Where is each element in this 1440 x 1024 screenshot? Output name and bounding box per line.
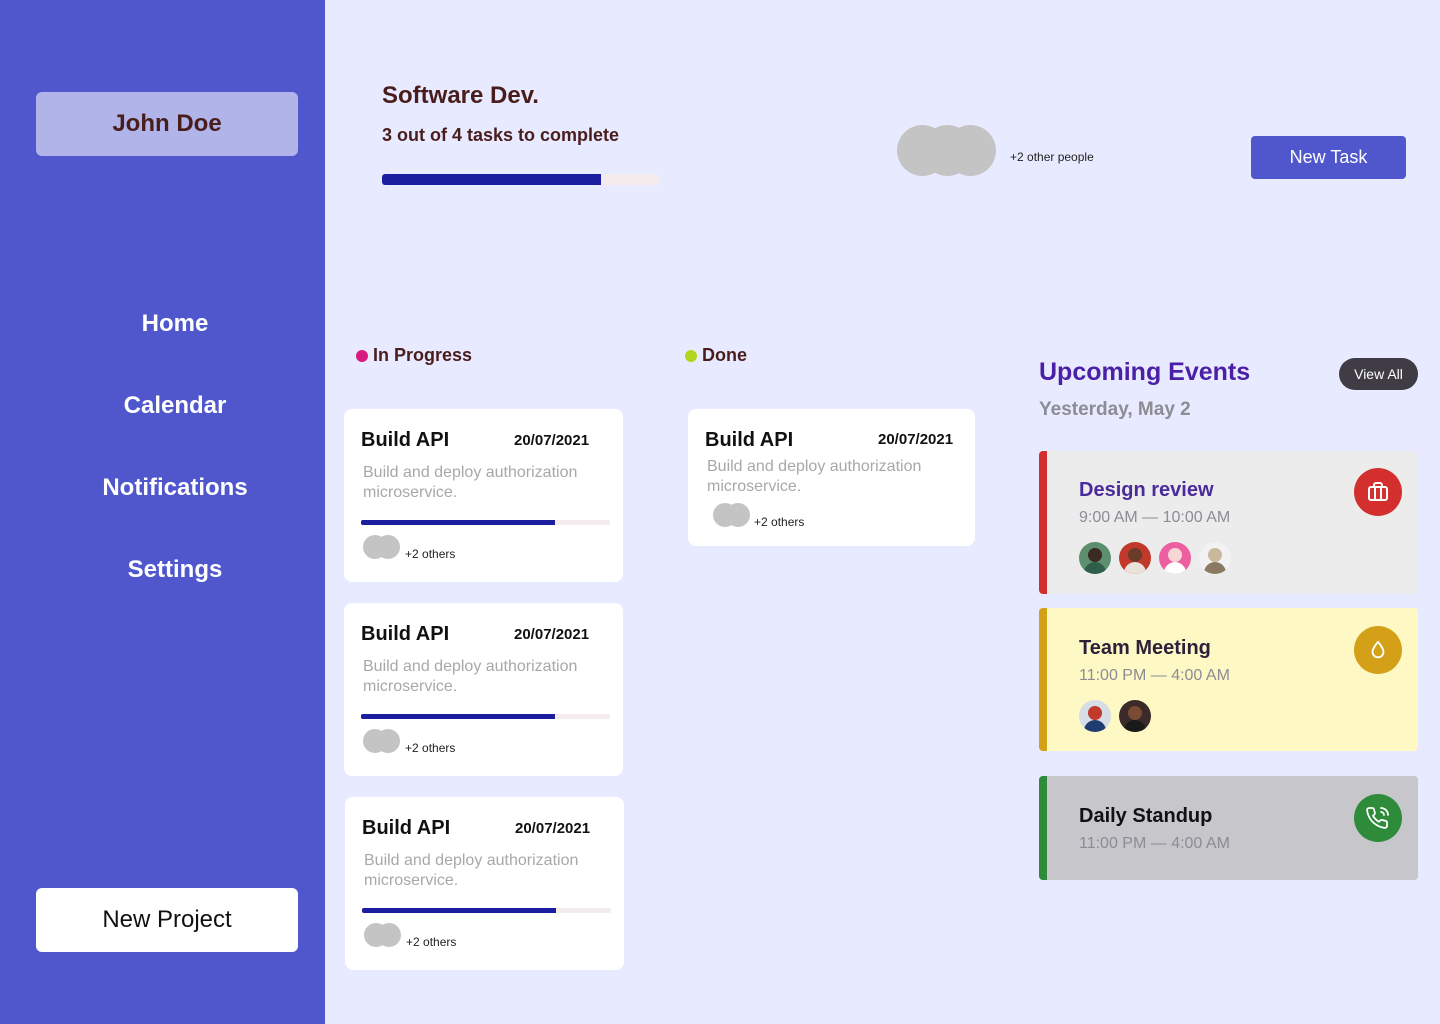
task-card[interactable]: Build API 20/07/2021 Build and deploy au… (345, 797, 624, 970)
event-stripe (1039, 776, 1047, 880)
project-member-avatars[interactable] (897, 125, 999, 176)
task-others-count: +2 others (754, 515, 805, 529)
task-progress-bar (362, 908, 611, 913)
task-card[interactable]: Build API 20/07/2021 Build and deploy au… (688, 409, 975, 546)
task-assignee-avatars (363, 729, 401, 753)
upcoming-events-title: Upcoming Events (1039, 358, 1251, 386)
nav-item-calendar[interactable]: Calendar (0, 392, 350, 420)
new-project-button[interactable]: New Project (36, 888, 298, 952)
task-others-count: +2 others (405, 741, 456, 755)
event-name: Team Meeting (1079, 637, 1211, 659)
task-progress-fill (362, 908, 557, 913)
event-attendees (1079, 700, 1159, 732)
task-title: Build API (705, 429, 794, 451)
column-label: In Progress (373, 345, 473, 365)
task-progress-fill (361, 714, 556, 719)
nav-item-notifications[interactable]: Notifications (0, 474, 350, 502)
column-header-in-progress: In Progress (356, 345, 472, 366)
task-others-count: +2 others (406, 935, 457, 949)
avatar (1119, 542, 1151, 574)
event-card-team-meeting[interactable]: Team Meeting 11:00 PM — 4:00 AM (1039, 608, 1418, 751)
task-progress-bar (361, 714, 610, 719)
task-assignee-avatars (363, 535, 401, 559)
user-profile-button[interactable]: John Doe (36, 92, 298, 156)
event-card-design-review[interactable]: Design review 9:00 AM — 10:00 AM (1039, 451, 1418, 594)
nav-item-settings[interactable]: Settings (0, 556, 350, 584)
task-date: 20/07/2021 (515, 820, 591, 837)
event-stripe (1039, 608, 1047, 751)
new-task-button[interactable]: New Task (1251, 136, 1406, 179)
avatar (1159, 542, 1191, 574)
avatar (1079, 700, 1111, 732)
task-description: Build and deploy authorization microserv… (363, 464, 578, 501)
task-others-count: +2 others (405, 547, 456, 561)
view-all-button[interactable]: View All (1339, 358, 1418, 390)
task-date: 20/07/2021 (514, 626, 590, 643)
event-stripe (1039, 451, 1047, 594)
avatar (945, 125, 996, 176)
project-task-summary: 3 out of 4 tasks to complete (382, 125, 620, 145)
avatar (377, 923, 401, 947)
column-label: Done (702, 345, 747, 365)
task-title: Build API (361, 623, 450, 645)
briefcase-icon[interactable] (1354, 468, 1402, 516)
sidebar: John Doe Home Calendar Notifications Set… (0, 0, 325, 1024)
event-time: 9:00 AM — 10:00 AM (1079, 509, 1231, 526)
task-title: Build API (362, 817, 451, 839)
event-time: 11:00 PM — 4:00 AM (1079, 835, 1230, 852)
avatar (376, 729, 400, 753)
task-date: 20/07/2021 (514, 432, 590, 449)
nav-item-home[interactable]: Home (0, 310, 350, 338)
avatar (1079, 542, 1111, 574)
task-progress-bar (361, 520, 610, 525)
task-progress-fill (361, 520, 556, 525)
task-description: Build and deploy authorization microserv… (363, 658, 578, 695)
task-card[interactable]: Build API 20/07/2021 Build and deploy au… (344, 603, 623, 776)
avatar (1119, 700, 1151, 732)
task-date: 20/07/2021 (878, 431, 954, 448)
task-assignee-avatars (364, 923, 402, 947)
phone-icon[interactable] (1354, 794, 1402, 842)
drop-icon[interactable] (1354, 626, 1402, 674)
events-date: Yesterday, May 2 (1039, 399, 1191, 420)
status-dot (685, 349, 697, 362)
event-card-daily-standup[interactable]: Daily Standup 11:00 PM — 4:00 AM (1039, 776, 1418, 880)
project-title: Software Dev. (382, 82, 539, 109)
project-progress-fill (382, 174, 601, 185)
other-people-count[interactable]: +2 other people (1010, 150, 1094, 164)
event-time: 11:00 PM — 4:00 AM (1079, 667, 1230, 684)
avatar (376, 535, 400, 559)
task-card[interactable]: Build API 20/07/2021 Build and deploy au… (344, 409, 623, 582)
event-name: Design review (1079, 479, 1214, 501)
status-dot (356, 349, 368, 362)
avatar (726, 503, 750, 527)
task-description: Build and deploy authorization microserv… (707, 458, 922, 495)
avatar (1199, 542, 1231, 574)
event-name: Daily Standup (1079, 805, 1213, 827)
column-header-done: Done (685, 345, 747, 366)
event-attendees (1079, 542, 1239, 574)
task-description: Build and deploy authorization microserv… (364, 852, 579, 889)
task-title: Build API (361, 429, 450, 451)
task-assignee-avatars (713, 503, 751, 527)
project-progress-bar (382, 174, 659, 185)
